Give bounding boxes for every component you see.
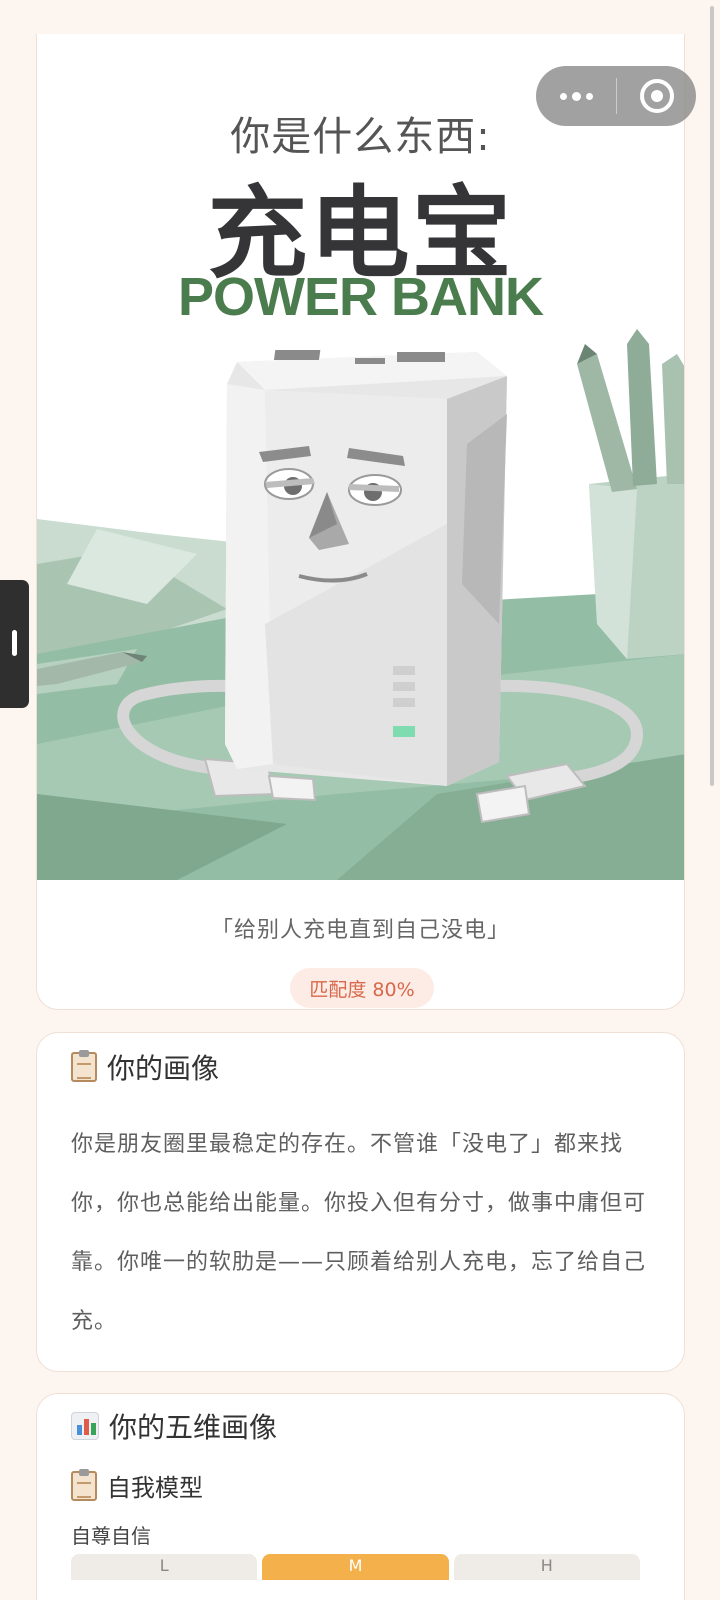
level-segment-high: H bbox=[453, 1554, 640, 1580]
target-circle-icon[interactable] bbox=[617, 66, 696, 126]
five-dim-heading-row: 你的五维画像 bbox=[71, 1406, 277, 1446]
portrait-text: 你是朋友圈里最稳定的存在。不管谁「没电了」都来找你，你也总能给出能量。你投入但有… bbox=[71, 1132, 647, 1334]
clipboard-icon bbox=[71, 1468, 97, 1501]
level-selector: L M H bbox=[71, 1554, 640, 1580]
result-card: 你是什么东西: 充电宝 POWER BANK 「给别人充电直到自己没电」 匹配度… bbox=[36, 34, 685, 1010]
level-segment-low: L bbox=[71, 1554, 258, 1580]
match-badge: 匹配度 80% bbox=[290, 968, 434, 1008]
side-drawer-handle[interactable] bbox=[0, 580, 29, 708]
clipboard-icon bbox=[71, 1050, 97, 1082]
portrait-heading-row: 你的画像 bbox=[71, 1047, 219, 1087]
power-bank-illustration bbox=[37, 324, 684, 880]
result-quote: 「给别人充电直到自己没电」 bbox=[210, 918, 510, 943]
portrait-heading: 你的画像 bbox=[107, 1052, 220, 1085]
grip-icon bbox=[12, 630, 17, 656]
self-model-heading-row: 自我模型 bbox=[71, 1468, 203, 1503]
result-title-en: POWER BANK bbox=[178, 267, 544, 327]
five-dim-card: 你的五维画像 自我模型 自尊自信 L M H bbox=[36, 1393, 685, 1600]
level-segment-medium: M bbox=[262, 1554, 449, 1580]
five-dim-heading: 你的五维画像 bbox=[109, 1411, 278, 1444]
mini-program-capsule bbox=[536, 66, 696, 126]
bar-chart-icon bbox=[71, 1412, 99, 1440]
dimension-label: 自尊自信 bbox=[71, 1524, 151, 1548]
portrait-card: 你的画像 你是朋友圈里最稳定的存在。不管谁「没电了」都来找你，你也总能给出能量。… bbox=[36, 1032, 685, 1372]
self-model-heading: 自我模型 bbox=[107, 1474, 203, 1502]
more-dots-icon[interactable] bbox=[536, 66, 616, 126]
scrollbar[interactable] bbox=[710, 6, 714, 786]
